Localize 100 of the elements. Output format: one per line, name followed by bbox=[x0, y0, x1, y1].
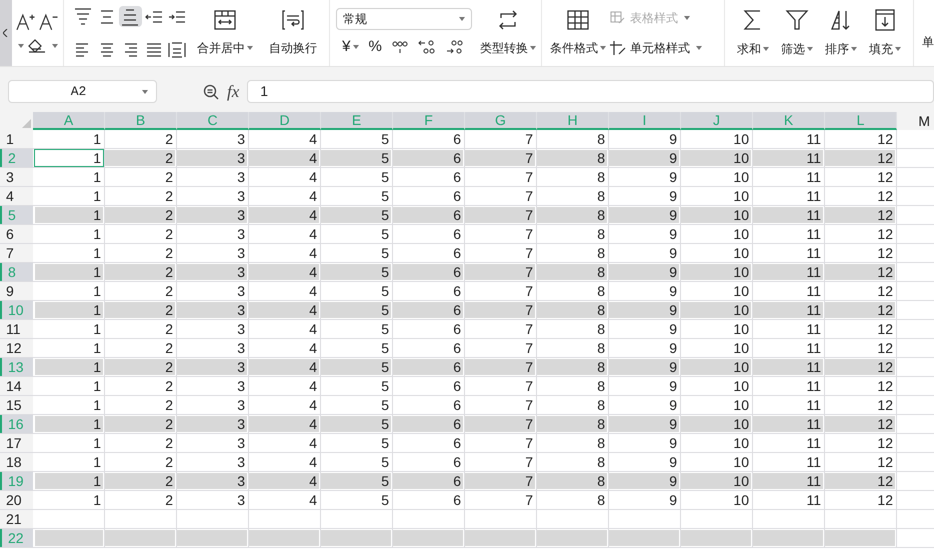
table-cell[interactable]: 8 bbox=[537, 473, 607, 489]
table-cell[interactable]: 10 bbox=[681, 378, 751, 394]
table-cell[interactable]: 12 bbox=[825, 378, 895, 394]
table-cell[interactable]: 11 bbox=[753, 340, 823, 356]
table-cell[interactable]: 8 bbox=[537, 245, 607, 261]
row-header[interactable]: 20 bbox=[0, 491, 33, 509]
thousands-separator-icon[interactable] bbox=[392, 39, 408, 55]
table-cell[interactable]: 11 bbox=[753, 207, 823, 223]
table-cell[interactable]: 5 bbox=[321, 359, 391, 375]
row-header[interactable]: 4 bbox=[0, 187, 33, 205]
row-header[interactable]: 3 bbox=[0, 168, 33, 186]
table-cell[interactable]: 10 bbox=[681, 416, 751, 432]
table-cell[interactable]: 2 bbox=[105, 321, 175, 337]
table-cell[interactable]: 8 bbox=[537, 454, 607, 470]
table-cell[interactable]: 3 bbox=[177, 150, 247, 166]
function-label[interactable]: fx bbox=[227, 78, 240, 104]
table-cell[interactable]: 3 bbox=[177, 131, 247, 147]
table-cell[interactable]: 6 bbox=[393, 416, 463, 432]
table-cell[interactable]: 2 bbox=[105, 226, 175, 242]
increase-decimal-icon[interactable] bbox=[418, 39, 436, 55]
table-cell[interactable] bbox=[753, 530, 823, 546]
table-cell[interactable]: 10 bbox=[681, 321, 751, 337]
table-cell[interactable]: 8 bbox=[537, 321, 607, 337]
table-cell[interactable]: 5 bbox=[321, 302, 391, 318]
row-header[interactable]: 11 bbox=[0, 320, 33, 338]
table-cell[interactable]: 9 bbox=[609, 207, 679, 223]
table-cell[interactable]: 11 bbox=[753, 131, 823, 147]
row-header[interactable]: 1 bbox=[0, 130, 33, 148]
table-cell[interactable]: 2 bbox=[105, 359, 175, 375]
table-cell[interactable]: 11 bbox=[753, 169, 823, 185]
row-header[interactable]: 9 bbox=[0, 282, 33, 300]
table-cell[interactable]: 1 bbox=[35, 302, 103, 318]
table-cell[interactable]: 5 bbox=[321, 226, 391, 242]
table-cell[interactable]: 4 bbox=[249, 169, 319, 185]
row-header[interactable]: 6 bbox=[0, 225, 33, 243]
table-cell[interactable]: 5 bbox=[321, 150, 391, 166]
table-cell[interactable]: 3 bbox=[177, 340, 247, 356]
table-cell[interactable]: 7 bbox=[465, 492, 535, 508]
table-cell[interactable]: 6 bbox=[393, 150, 463, 166]
table-cell[interactable]: 4 bbox=[249, 492, 319, 508]
table-cell[interactable]: 2 bbox=[105, 302, 175, 318]
table-cell[interactable]: 3 bbox=[177, 321, 247, 337]
row-header[interactable]: 12 bbox=[0, 339, 33, 357]
table-cell[interactable]: 12 bbox=[825, 188, 895, 204]
table-cell[interactable]: 3 bbox=[177, 302, 247, 318]
table-cell[interactable]: 5 bbox=[321, 264, 391, 280]
table-cell[interactable]: 7 bbox=[465, 321, 535, 337]
table-cell[interactable]: 10 bbox=[681, 492, 751, 508]
table-cell[interactable]: 10 bbox=[681, 131, 751, 147]
sum-button[interactable]: 求和 bbox=[737, 8, 769, 58]
table-cell[interactable]: 5 bbox=[321, 378, 391, 394]
table-cell[interactable]: 1 bbox=[35, 264, 103, 280]
table-cell[interactable]: 3 bbox=[177, 416, 247, 432]
eraser-icon[interactable] bbox=[28, 39, 46, 53]
table-cell[interactable]: 5 bbox=[321, 131, 391, 147]
table-cell[interactable]: 12 bbox=[825, 359, 895, 375]
table-cell[interactable]: 4 bbox=[249, 150, 319, 166]
table-cell[interactable]: 4 bbox=[249, 302, 319, 318]
table-cell[interactable] bbox=[321, 530, 391, 546]
alignment-button[interactable] bbox=[118, 6, 142, 27]
row-header[interactable]: 14 bbox=[0, 377, 33, 395]
table-cell[interactable]: 6 bbox=[393, 340, 463, 356]
table-cell[interactable]: 12 bbox=[825, 340, 895, 356]
table-cell[interactable]: 8 bbox=[537, 169, 607, 185]
wrap-text-button[interactable]: 自动换行 bbox=[265, 9, 322, 57]
table-cell[interactable]: 11 bbox=[753, 283, 823, 299]
table-cell[interactable]: 9 bbox=[609, 283, 679, 299]
table-cell[interactable]: 10 bbox=[681, 302, 751, 318]
table-cell[interactable]: 11 bbox=[753, 150, 823, 166]
table-cell[interactable]: 4 bbox=[249, 435, 319, 451]
table-cell[interactable]: 5 bbox=[321, 245, 391, 261]
table-cell[interactable] bbox=[35, 530, 103, 546]
table-cell[interactable]: 9 bbox=[609, 226, 679, 242]
table-cell[interactable]: 3 bbox=[177, 207, 247, 223]
table-cell[interactable]: 10 bbox=[681, 283, 751, 299]
table-cell[interactable]: 8 bbox=[537, 283, 607, 299]
name-box[interactable]: A2 bbox=[8, 80, 157, 103]
table-cell[interactable]: 7 bbox=[465, 264, 535, 280]
table-cell[interactable]: 9 bbox=[609, 340, 679, 356]
table-cell[interactable]: 10 bbox=[681, 435, 751, 451]
table-cell[interactable]: 10 bbox=[681, 226, 751, 242]
table-cell[interactable]: 8 bbox=[537, 340, 607, 356]
table-cell[interactable]: 2 bbox=[105, 416, 175, 432]
table-cell[interactable]: 3 bbox=[177, 435, 247, 451]
table-cell[interactable]: 1 bbox=[35, 378, 103, 394]
table-cell[interactable]: 2 bbox=[105, 397, 175, 413]
table-cell[interactable]: 12 bbox=[825, 264, 895, 280]
table-cell[interactable]: 7 bbox=[465, 226, 535, 242]
table-cell[interactable]: 1 bbox=[35, 435, 103, 451]
table-cell[interactable]: 11 bbox=[753, 359, 823, 375]
table-cell[interactable]: 7 bbox=[465, 359, 535, 375]
table-cell[interactable]: 9 bbox=[609, 416, 679, 432]
table-cell[interactable]: 4 bbox=[249, 321, 319, 337]
table-cell[interactable]: 2 bbox=[105, 169, 175, 185]
table-cell[interactable]: 9 bbox=[609, 264, 679, 280]
table-cell[interactable]: 2 bbox=[105, 492, 175, 508]
table-cell[interactable]: 7 bbox=[465, 283, 535, 299]
table-cell[interactable]: 12 bbox=[825, 207, 895, 223]
table-cell[interactable]: 7 bbox=[465, 454, 535, 470]
table-cell[interactable]: 3 bbox=[177, 188, 247, 204]
